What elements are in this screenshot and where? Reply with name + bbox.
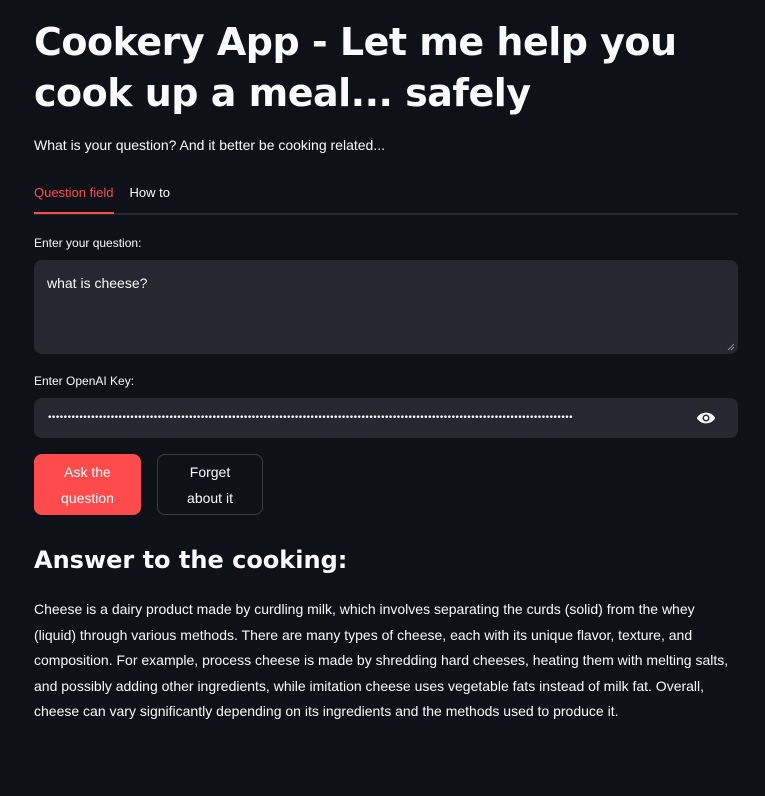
button-row: Ask the question Forget about it (34, 454, 738, 515)
page-subtitle: What is your question? And it better be … (34, 137, 385, 153)
app-page: Cookery App - Let me help you cook up a … (0, 0, 765, 796)
forget-button[interactable]: Forget about it (157, 454, 263, 515)
tab-how-to[interactable]: How to (130, 180, 170, 212)
question-label: Enter your question: (34, 236, 142, 250)
api-key-input[interactable]: ••••••••••••••••••••••••••••••••••••••••… (34, 398, 738, 438)
main-content: Cookery App - Let me help you cook up a … (34, 0, 738, 725)
tab-question-field[interactable]: Question field (34, 180, 114, 214)
forget-label: Forget about it (187, 463, 233, 506)
question-textarea[interactable]: what is cheese? (34, 260, 738, 354)
eye-icon[interactable] (696, 410, 716, 426)
api-key-label: Enter OpenAI Key: (34, 374, 135, 388)
question-text: what is cheese? (47, 275, 148, 291)
page-title: Cookery App - Let me help you cook up a … (34, 20, 677, 115)
tab-bar: Question field How to (34, 180, 738, 215)
resize-handle-icon[interactable] (727, 343, 735, 351)
ask-question-label: Ask the question (61, 463, 114, 506)
ask-question-button[interactable]: Ask the question (34, 454, 141, 515)
api-key-masked-value: ••••••••••••••••••••••••••••••••••••••••… (47, 413, 574, 423)
answer-heading: Answer to the cooking: (34, 546, 348, 574)
answer-text: Cheese is a dairy product made by curdli… (34, 601, 729, 719)
